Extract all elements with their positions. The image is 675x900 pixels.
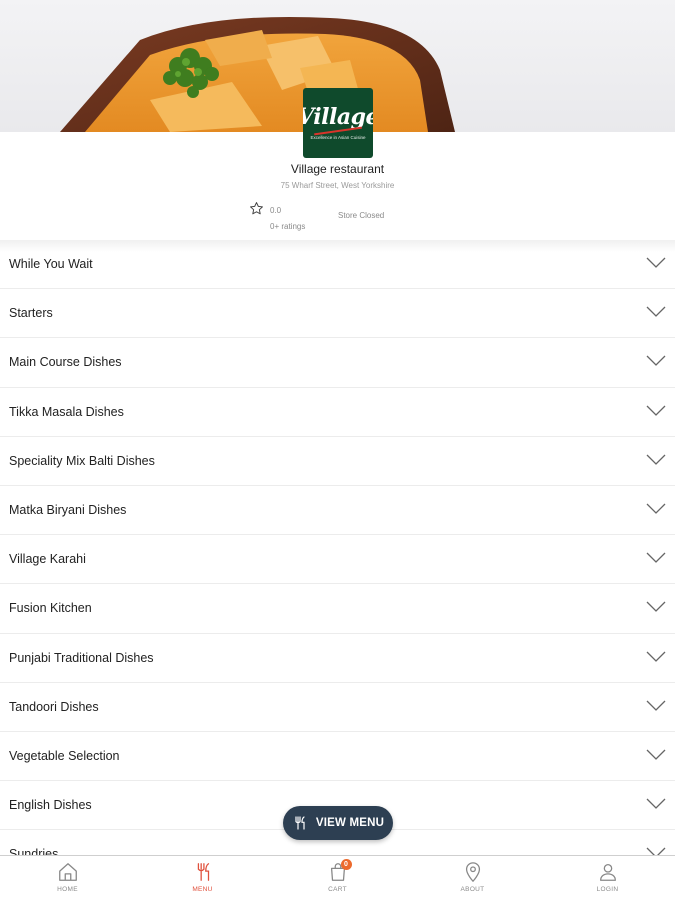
chevron-down-icon[interactable] xyxy=(646,454,666,466)
ratings-count: 0+ ratings xyxy=(270,222,306,231)
cutlery-icon xyxy=(197,863,209,881)
menu-category-row[interactable]: Starters xyxy=(0,289,675,339)
chevron-down-icon[interactable] xyxy=(646,306,666,318)
chevron-down-icon[interactable] xyxy=(646,257,666,269)
chevron-down-icon[interactable] xyxy=(646,749,666,761)
cutlery-icon xyxy=(295,816,305,830)
store-status: Store Closed xyxy=(338,211,385,220)
menu-category-label: Starters xyxy=(9,306,53,321)
nav-menu[interactable]: MENU xyxy=(135,856,270,900)
nav-login-label: LOGIN xyxy=(596,886,619,893)
menu-category-row[interactable]: Tikka Masala Dishes xyxy=(0,388,675,437)
chevron-down-icon[interactable] xyxy=(646,405,666,417)
menu-category-label: Main Course Dishes xyxy=(9,355,122,370)
menu-category-label: Vegetable Selection xyxy=(9,748,120,763)
header-shadow xyxy=(0,240,675,252)
menu-category-row[interactable]: Village Karahi xyxy=(0,535,675,585)
chevron-down-icon[interactable] xyxy=(646,503,666,515)
menu-category-row[interactable]: Speciality Mix Balti Dishes xyxy=(0,437,675,486)
chevron-down-icon[interactable] xyxy=(646,552,666,564)
nav-about[interactable]: ABOUT xyxy=(405,856,540,900)
menu-category-label: English Dishes xyxy=(9,798,92,813)
star-icon xyxy=(250,202,263,215)
user-icon xyxy=(599,864,616,881)
nav-menu-label: MENU xyxy=(192,886,213,893)
menu-category-label: Matka Biryani Dishes xyxy=(9,502,127,517)
menu-category-row[interactable]: Punjabi Traditional Dishes xyxy=(0,634,675,683)
restaurant-address: 75 Wharf Street, West Yorkshire xyxy=(280,181,395,190)
chevron-down-icon[interactable] xyxy=(646,651,666,663)
menu-category-row[interactable]: Matka Biryani Dishes xyxy=(0,486,675,536)
nav-home[interactable]: HOME xyxy=(0,856,135,900)
menu-category-label: Tandoori Dishes xyxy=(9,699,99,714)
nav-cart[interactable]: 0 CART xyxy=(270,856,405,900)
restaurant-name: Village restaurant xyxy=(290,162,385,176)
menu-category-label: Tikka Masala Dishes xyxy=(9,404,124,419)
location-pin-icon xyxy=(465,862,480,883)
chevron-down-icon[interactable] xyxy=(646,798,666,810)
nav-about-label: ABOUT xyxy=(460,886,485,893)
view-menu-label: VIEW MENU xyxy=(315,817,385,829)
logo-tagline: Excellence in Asian Cuisine xyxy=(310,135,366,140)
menu-category-label: Punjabi Traditional Dishes xyxy=(9,650,154,665)
menu-category-row[interactable]: Vegetable Selection xyxy=(0,732,675,782)
rating-value: 0.0 xyxy=(270,206,282,215)
chevron-down-icon[interactable] xyxy=(646,355,666,367)
menu-category-list: While You Wait Starters Main Course Dishes… xyxy=(0,240,675,880)
restaurant-logo: Village Excellence in Asian Cuisine xyxy=(303,88,373,158)
bottom-navigation: HOME MENU 0 CART ABOUT LOGIN xyxy=(0,855,675,900)
view-menu-button[interactable]: VIEW MENU xyxy=(283,806,393,840)
menu-category-row[interactable]: Fusion Kitchen xyxy=(0,584,675,634)
cart-count-badge: 0 xyxy=(340,859,352,870)
nav-cart-label: CART xyxy=(328,886,347,893)
chevron-down-icon[interactable] xyxy=(646,601,666,613)
chevron-down-icon[interactable] xyxy=(646,700,666,712)
nav-home-label: HOME xyxy=(57,886,78,893)
menu-category-label: Speciality Mix Balti Dishes xyxy=(9,453,155,468)
nav-login[interactable]: LOGIN xyxy=(540,856,675,900)
menu-category-row[interactable]: Main Course Dishes xyxy=(0,338,675,388)
menu-category-label: Fusion Kitchen xyxy=(9,601,92,616)
menu-category-label: While You Wait xyxy=(9,257,93,271)
home-icon xyxy=(58,863,77,881)
menu-category-label: Village Karahi xyxy=(9,552,86,567)
logo-wordmark: Village xyxy=(303,104,373,130)
menu-category-row[interactable]: Tandoori Dishes xyxy=(0,683,675,732)
